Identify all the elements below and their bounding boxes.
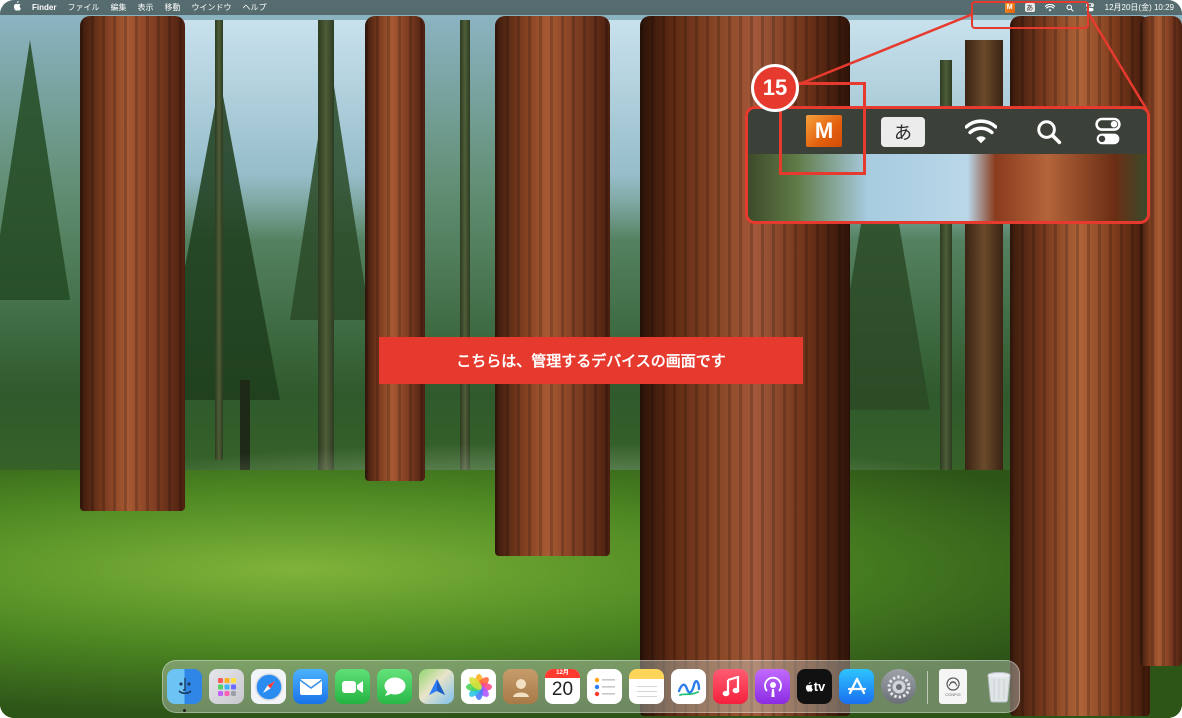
app-store-icon[interactable] [839,669,874,704]
config-document-icon[interactable]: CONFIG [939,669,967,704]
mail-icon[interactable] [293,669,328,704]
menu-edit[interactable]: 編集 [110,2,126,13]
calendar-icon[interactable]: 12月 20 [545,669,580,704]
input-method-icon[interactable]: あ [881,117,925,147]
wifi-icon[interactable] [963,117,999,147]
apple-tv-label: tv [813,679,826,694]
menu-file[interactable]: ファイル [67,2,99,13]
calendar-month-label: 12月 [545,669,580,678]
finder-icon[interactable] [167,669,202,704]
menu-bar-clock[interactable]: 12月20日(金) 10:29 [1105,2,1174,13]
finder-running-indicator [183,709,186,712]
photos-icon[interactable] [461,669,496,704]
podcasts-icon[interactable] [755,669,790,704]
trash-icon[interactable] [981,669,1016,704]
system-settings-icon[interactable] [881,669,916,704]
apple-menu-icon[interactable] [12,1,21,14]
dock-separator [927,671,928,704]
spotlight-search-icon[interactable] [1034,117,1064,147]
menu-app-finder[interactable]: Finder [32,3,56,12]
calendar-day-label: 20 [551,679,574,700]
contacts-icon[interactable] [503,669,538,704]
reminders-icon[interactable] [587,669,622,704]
desktop-screen: Finder ファイル 編集 表示 移動 ウインドウ ヘルプ M あ 12月20… [0,0,1182,718]
config-document-label: CONFIG [945,692,961,697]
facetime-icon[interactable] [335,669,370,704]
safari-icon[interactable] [251,669,286,704]
device-screen-banner: こちらは、管理するデバイスの画面です [379,337,803,384]
maps-icon[interactable] [419,669,454,704]
menu-bar-icons-highlight [971,1,1089,29]
freeform-icon[interactable] [671,669,706,704]
dock: 12月 20 tv CONFIG [162,660,1020,713]
messages-icon[interactable] [377,669,412,704]
control-center-icon[interactable] [1094,117,1122,147]
launchpad-icon[interactable] [209,669,244,704]
notes-icon[interactable] [629,669,664,704]
menu-help[interactable]: ヘルプ [242,2,266,13]
step-number-badge: 15 [751,64,799,112]
music-icon[interactable] [713,669,748,704]
menu-view[interactable]: 表示 [137,2,153,13]
menu-go[interactable]: 移動 [164,2,180,13]
apple-tv-icon[interactable]: tv [797,669,832,704]
menu-window[interactable]: ウインドウ [191,2,231,13]
